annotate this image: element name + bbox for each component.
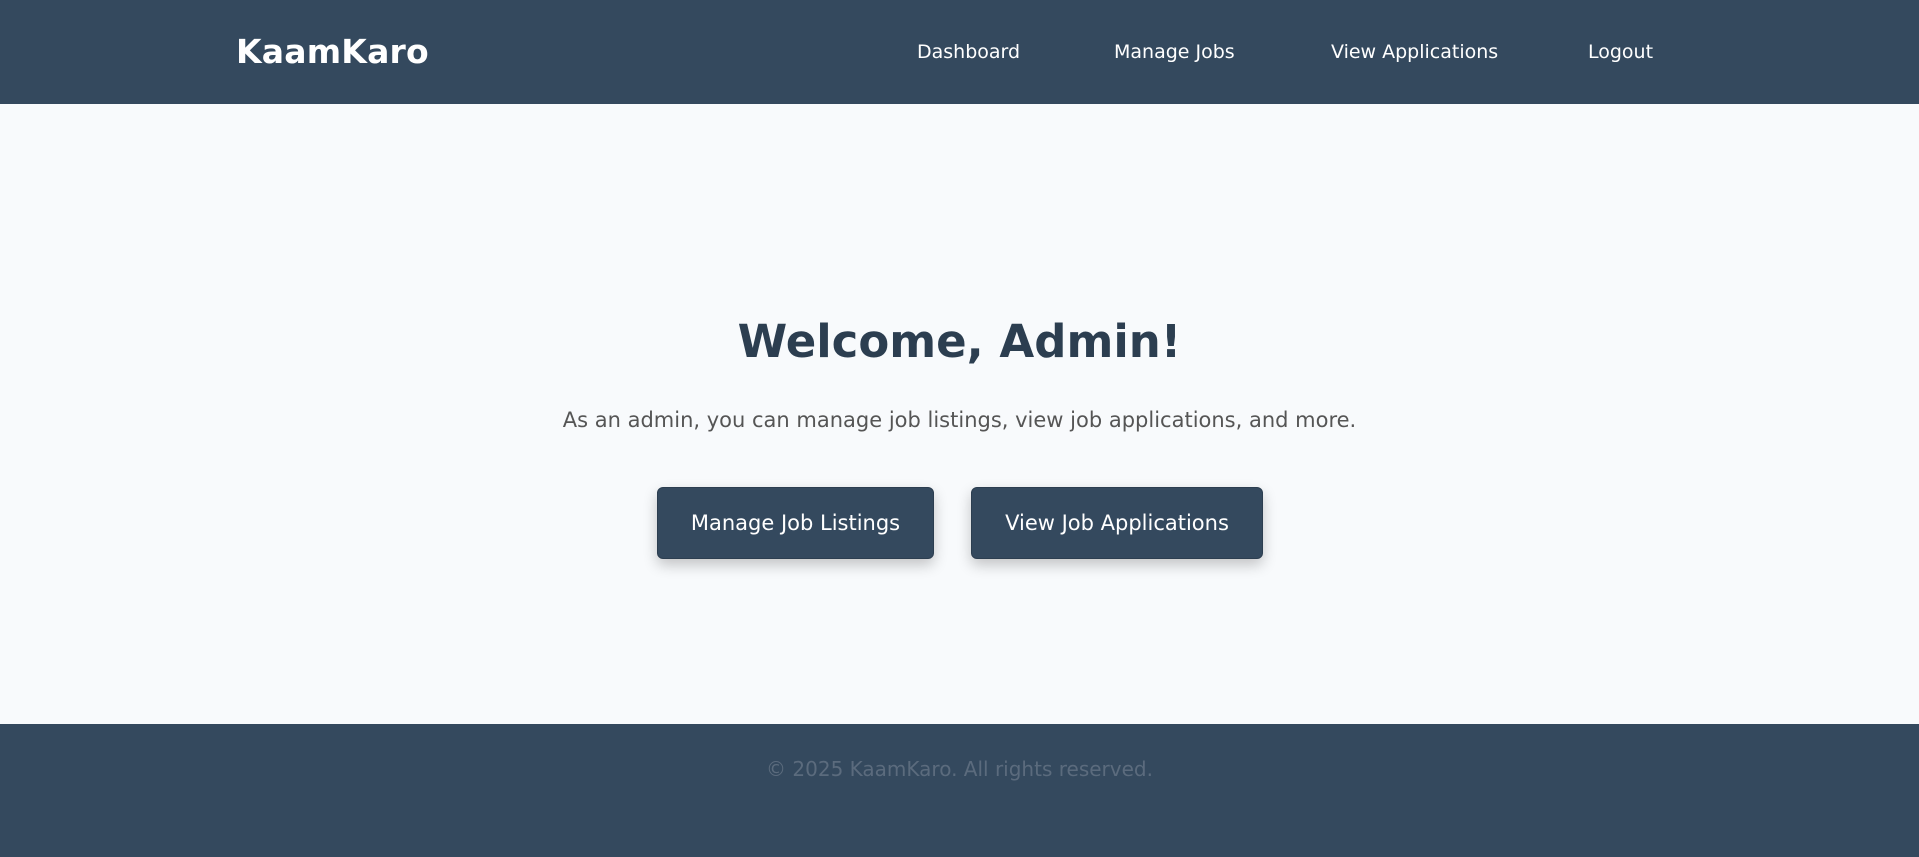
footer: © 2025 KaamKaro. All rights reserved. bbox=[0, 724, 1919, 857]
footer-copyright: © 2025 KaamKaro. All rights reserved. bbox=[766, 757, 1153, 781]
navbar: KaamKaro Dashboard Manage Jobs View Appl… bbox=[0, 0, 1919, 104]
page-subtitle: As an admin, you can manage job listings… bbox=[562, 408, 1357, 432]
nav-link-dashboard[interactable]: Dashboard bbox=[917, 40, 1020, 64]
nav-link-view-applications[interactable]: View Applications bbox=[1331, 40, 1498, 64]
view-job-applications-button[interactable]: View Job Applications bbox=[971, 487, 1263, 559]
brand-logo[interactable]: KaamKaro bbox=[236, 32, 429, 72]
nav-link-manage-jobs[interactable]: Manage Jobs bbox=[1114, 40, 1235, 64]
page-title: Welcome, Admin! bbox=[737, 315, 1182, 368]
manage-job-listings-button[interactable]: Manage Job Listings bbox=[657, 487, 934, 559]
main-content: Welcome, Admin! As an admin, you can man… bbox=[0, 104, 1919, 724]
nav-link-logout[interactable]: Logout bbox=[1588, 40, 1653, 64]
